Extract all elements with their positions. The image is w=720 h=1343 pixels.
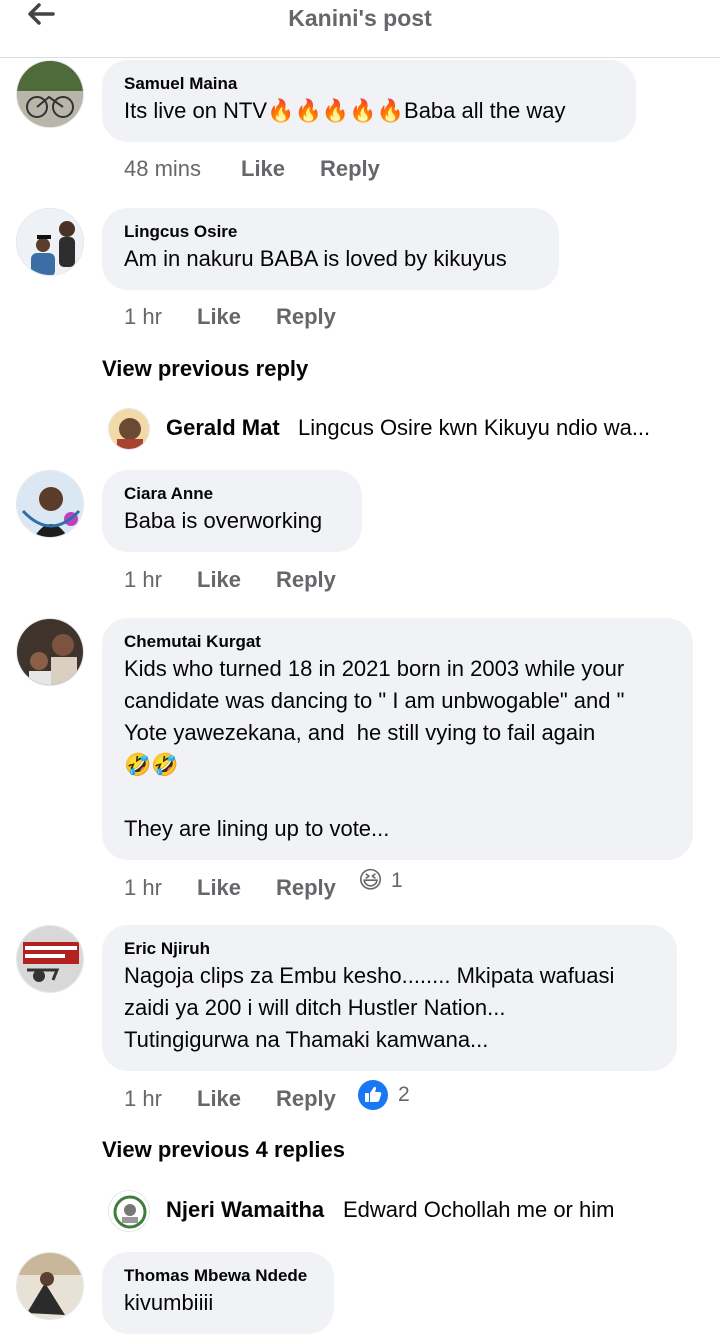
reply-text: Edward Ochollah me or him — [343, 1197, 615, 1222]
fire-emoji: 🔥🔥🔥🔥🔥 — [267, 98, 405, 123]
comment-author[interactable]: Samuel Maina — [124, 73, 614, 95]
comment-actions: 1 hr Like Reply — [124, 565, 524, 595]
comment-text-line: Yote yawezekana, and he still vying to f… — [124, 720, 596, 745]
comment-author[interactable]: Thomas Mbewa Ndede — [124, 1265, 312, 1287]
comment-actions: 1 hr Like Reply — [124, 302, 524, 332]
comment-actions: 1 hr Like Reply — [124, 873, 524, 903]
comment-bubble: Chemutai Kurgat Kids who turned 18 in 20… — [102, 618, 693, 860]
avatar[interactable] — [16, 618, 84, 686]
like-button[interactable]: Like — [197, 302, 241, 332]
like-button[interactable]: Like — [197, 873, 241, 903]
comment-text-line: candidate was dancing to " I am unbwogab… — [124, 688, 625, 713]
reply-button[interactable]: Reply — [276, 565, 336, 595]
like-reaction-icon — [358, 1080, 388, 1110]
reaction-count: 1 — [391, 869, 403, 892]
comment-author[interactable]: Lingcus Osire — [124, 221, 537, 243]
page-title: Kanini's post — [288, 5, 432, 31]
reaction-count: 2 — [398, 1083, 410, 1106]
view-previous-replies[interactable]: View previous reply — [102, 356, 308, 382]
comment-text-part: Baba all the way — [404, 98, 566, 123]
comment-text-part: Its live on NTV — [124, 98, 268, 123]
comment-bubble: Thomas Mbewa Ndede kivumbiiii — [102, 1252, 334, 1334]
view-previous-replies[interactable]: View previous 4 replies — [102, 1137, 345, 1163]
avatar[interactable] — [108, 408, 150, 450]
reply-button[interactable]: Reply — [320, 154, 380, 184]
comment-text: Am in nakuru BABA is loved by kikuyus — [124, 246, 507, 271]
comment-bubble: Samuel Maina Its live on NTV🔥🔥🔥🔥🔥Baba al… — [102, 60, 636, 142]
comment-text-line: Nagoja clips za Embu kesho........ Mkipa… — [124, 963, 615, 988]
reply-text: Lingcus Osire kwn Kikuyu ndio wa... — [298, 415, 651, 440]
reply-preview[interactable]: Gerald Mat Lingcus Osire kwn Kikuyu ndio… — [108, 408, 708, 450]
comment-actions: 48 mins Like Reply — [124, 154, 524, 184]
comment-author[interactable]: Eric Njiruh — [124, 938, 655, 960]
avatar[interactable] — [16, 925, 84, 993]
comment-bubble: Ciara Anne Baba is overworking — [102, 470, 362, 552]
reply-preview[interactable]: Njeri Wamaitha Edward Ochollah me or him — [108, 1190, 708, 1232]
reaction-summary[interactable]: 😆 1 — [358, 868, 403, 894]
reply-button[interactable]: Reply — [276, 873, 336, 903]
avatar[interactable] — [16, 60, 84, 128]
comment-time: 1 hr — [124, 567, 162, 592]
comment-time: 48 mins — [124, 156, 202, 181]
like-button[interactable]: Like — [241, 154, 285, 184]
comment-text-line: zaidi ya 200 i will ditch Hustler Nation… — [124, 995, 506, 1020]
comment-text-line: They are lining up to vote... — [124, 816, 390, 841]
comment-text-line: Tutingigurwa na Thamaki kamwana... — [124, 1027, 489, 1052]
avatar[interactable] — [16, 1252, 84, 1320]
reply-author: Njeri Wamaitha — [166, 1197, 325, 1222]
comment-actions: 1 hr Like Reply — [124, 1084, 524, 1114]
like-button[interactable]: Like — [197, 565, 241, 595]
comment-text-line: Kids who turned 18 in 2021 born in 2003 … — [124, 656, 625, 681]
avatar[interactable] — [16, 208, 84, 276]
reply-button[interactable]: Reply — [276, 1084, 336, 1114]
comment-bubble: Lingcus Osire Am in nakuru BABA is loved… — [102, 208, 559, 290]
laughing-emoji: 🤣🤣 — [124, 752, 179, 777]
top-bar: Kanini's post — [0, 0, 720, 58]
comment-time: 1 hr — [124, 875, 162, 900]
comment-text: kivumbiiii — [124, 1290, 214, 1315]
comment-time: 1 hr — [124, 1086, 162, 1111]
like-button[interactable]: Like — [197, 1084, 241, 1114]
reply-button[interactable]: Reply — [276, 302, 336, 332]
avatar[interactable] — [108, 1190, 150, 1232]
reply-author: Gerald Mat — [166, 415, 280, 440]
comment-time: 1 hr — [124, 304, 162, 329]
reaction-summary[interactable]: 2 — [358, 1080, 410, 1110]
comment-text: Its live on NTV🔥🔥🔥🔥🔥Baba all the way — [124, 95, 614, 127]
comment-text: Baba is overworking — [124, 508, 323, 533]
comment-author[interactable]: Chemutai Kurgat — [124, 631, 671, 653]
comment-bubble: Eric Njiruh Nagoja clips za Embu kesho..… — [102, 925, 677, 1071]
avatar[interactable] — [16, 470, 84, 538]
comment-author[interactable]: Ciara Anne — [124, 483, 340, 505]
haha-reaction-icon: 😆 — [358, 867, 384, 894]
